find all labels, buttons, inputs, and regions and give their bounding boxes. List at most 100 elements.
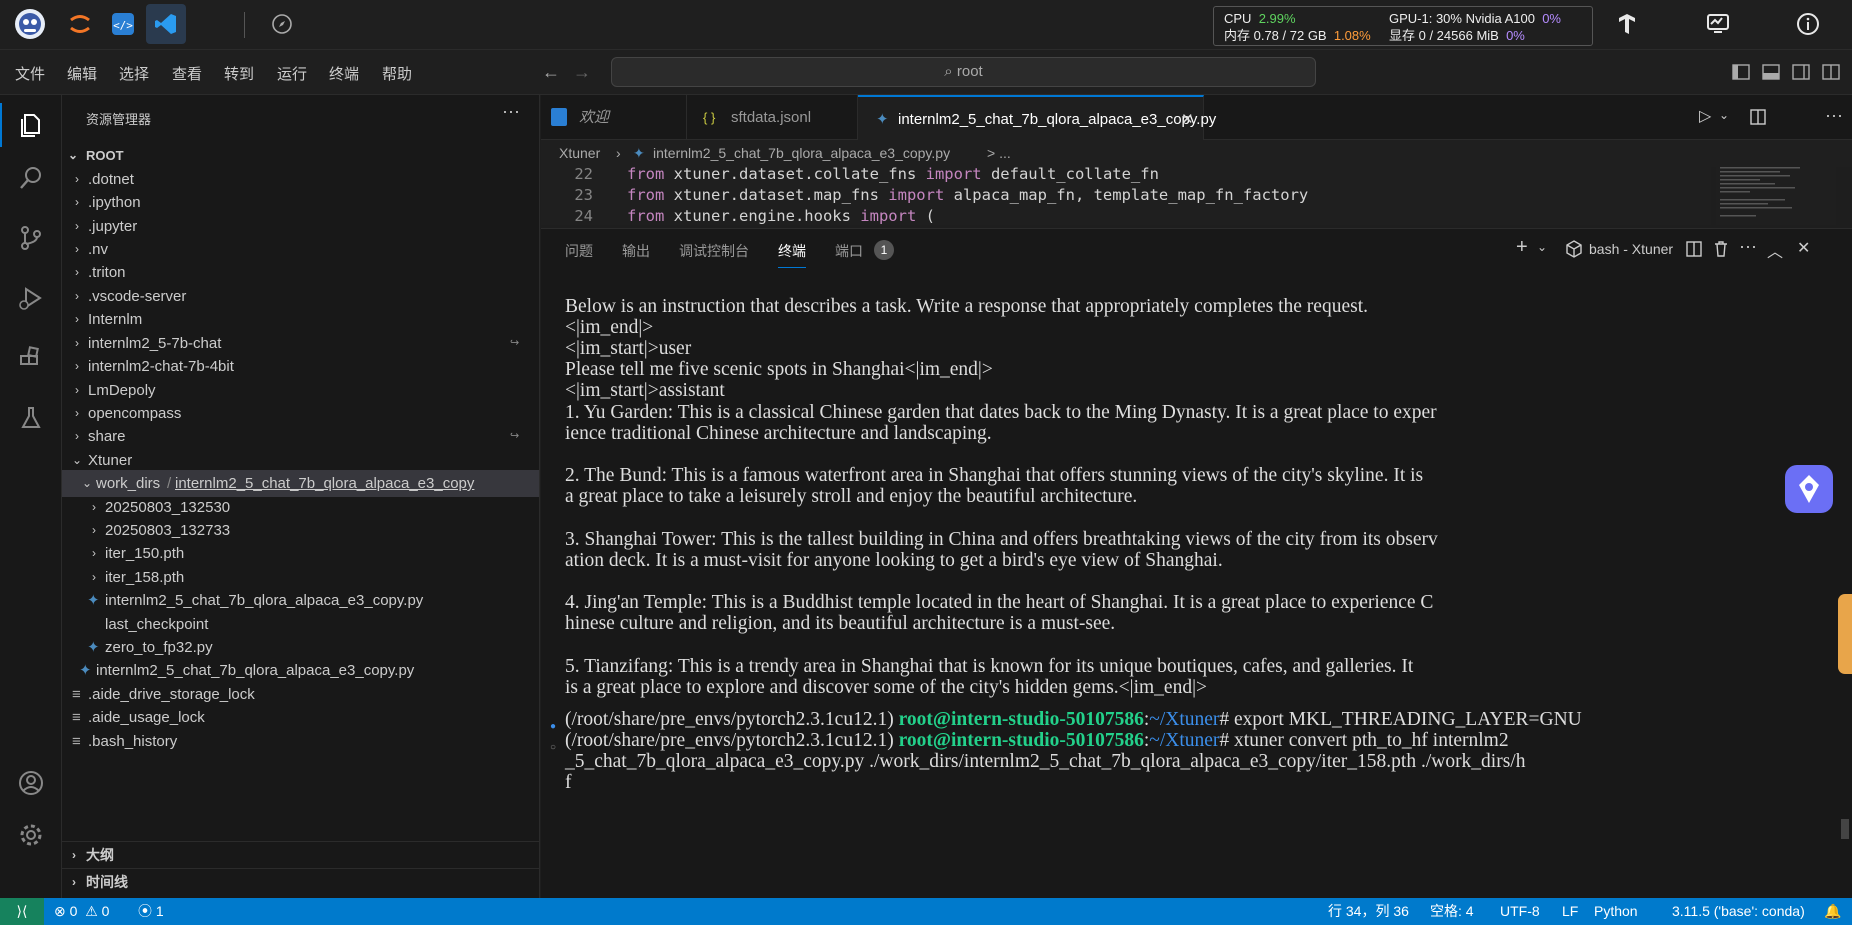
code-editor-icon[interactable]: </> <box>103 4 143 44</box>
tab-welcome[interactable]: 欢迎 <box>541 95 687 140</box>
outline-section[interactable]: › 大纲 <box>62 841 539 868</box>
cursor-position[interactable]: 行 34，列 36 <box>1328 898 1409 925</box>
menu-run[interactable]: 运行 <box>277 63 307 84</box>
activity-bar <box>0 95 62 898</box>
tree-item[interactable]: › .triton <box>62 259 539 286</box>
tab-ports[interactable]: 端口 <box>835 241 863 261</box>
terminal-line: ience traditional Chinese architecture a… <box>565 423 992 444</box>
toggle-panel-icon[interactable] <box>1762 64 1780 80</box>
tree-item[interactable]: › .ipython <box>62 189 539 216</box>
trash-icon[interactable] <box>1713 240 1729 258</box>
menu-go[interactable]: 转到 <box>224 63 254 84</box>
chevron-right-icon: › <box>75 312 79 326</box>
tree-item[interactable]: › share ↪ <box>62 423 539 450</box>
more-actions-icon[interactable]: ··· <box>1825 105 1843 126</box>
tree-root[interactable]: ⌄ ROOT <box>62 142 539 169</box>
split-terminal-icon[interactable] <box>1686 241 1702 257</box>
run-debug-icon[interactable] <box>11 278 51 318</box>
breadcrumb-symbol[interactable]: > ... <box>987 140 1011 167</box>
tree-item-selected[interactable]: ⌄ work_dirs / internlm2_5_chat_7b_qlora_alp… <box>62 470 539 497</box>
more-actions-icon[interactable]: ··· <box>502 101 520 122</box>
menu-selection[interactable]: 选择 <box>119 63 149 84</box>
chevron-right-icon: › <box>75 429 79 443</box>
new-terminal-icon[interactable]: + <box>1516 236 1528 259</box>
tab-active-python-file[interactable]: ✦ internlm2_5_chat_7b_qlora_alpaca_e3_co… <box>858 95 1216 142</box>
end-of-line[interactable]: LF <box>1562 898 1578 925</box>
minimap[interactable] <box>1716 165 1836 225</box>
tab-output[interactable]: 输出 <box>622 241 650 261</box>
tree-item[interactable]: ≡ .aide_usage_lock <box>62 704 539 731</box>
toggle-sidebar-icon[interactable] <box>1732 64 1750 80</box>
tree-item[interactable]: › internlm2-chat-7b-4bit <box>62 353 539 380</box>
menu-edit[interactable]: 编辑 <box>67 63 97 84</box>
split-editor-icon[interactable] <box>1750 109 1766 125</box>
info-icon[interactable] <box>1788 4 1828 44</box>
intern-mascot-icon[interactable] <box>10 4 50 44</box>
terminal-cube-icon <box>1566 240 1582 258</box>
toggle-secondary-sidebar-icon[interactable] <box>1792 64 1810 80</box>
close-icon[interactable]: ✕ <box>1181 97 1194 142</box>
jupyter-icon[interactable] <box>60 4 100 44</box>
more-actions-icon[interactable]: ··· <box>1739 236 1757 257</box>
terminal-name[interactable]: bash - Xtuner <box>1589 241 1673 257</box>
chevron-down-icon[interactable]: ⌄ <box>1719 108 1729 122</box>
tab-problems[interactable]: 问题 <box>565 241 593 261</box>
settings-gear-icon[interactable] <box>11 815 51 855</box>
forward-arrow-icon[interactable]: → <box>573 62 591 83</box>
ports-status[interactable]: ⦿ 1 <box>138 898 164 925</box>
python-file-icon: ✦ <box>79 662 92 679</box>
menu-terminal[interactable]: 终端 <box>329 63 359 84</box>
scrollbar-thumb[interactable] <box>1841 819 1849 839</box>
indentation[interactable]: 空格: 4 <box>1430 898 1474 925</box>
menu-view[interactable]: 查看 <box>172 63 202 84</box>
python-interpreter[interactable]: 3.11.5 ('base': conda) <box>1672 898 1805 925</box>
breadcrumb: Xtuner › ✦ internlm2_5_chat_7b_qlora_alp… <box>541 140 1852 167</box>
language-mode[interactable]: Python <box>1594 898 1638 925</box>
menu-help[interactable]: 帮助 <box>382 63 412 84</box>
terminal-line: f <box>565 772 572 793</box>
assistant-floating-icon[interactable] <box>1785 465 1833 513</box>
tab-sftdata[interactable]: { } sftdata.jsonl <box>687 95 858 140</box>
remote-indicator[interactable]: ⟩⟨ <box>0 898 44 925</box>
tree-item[interactable]: ✦ internlm2_5_chat_7b_qlora_alpaca_e3_cop… <box>62 587 539 614</box>
mascot-sticker[interactable] <box>1838 594 1852 674</box>
resource-monitor: CPU 2.99% 内存 0.78 / 72 GB 1.08% GPU-1: 3… <box>1213 6 1593 46</box>
back-arrow-icon[interactable]: ← <box>542 62 560 83</box>
svg-text:</>: </> <box>113 19 133 32</box>
tree-item[interactable]: › iter_150.pth <box>62 540 539 567</box>
tree-item[interactable]: › Internlm <box>62 306 539 333</box>
timeline-section[interactable]: › 时间线 <box>62 868 539 895</box>
explorer-sidebar: 资源管理器 ··· ⌄ ROOT › .dotnet › .ipython › .ju… <box>62 95 540 898</box>
tree-item[interactable]: ≡ .bash_history <box>62 728 539 755</box>
account-icon[interactable] <box>11 763 51 803</box>
run-file-icon[interactable]: ▷ <box>1699 106 1711 126</box>
notifications-bell-icon[interactable]: 🔔 <box>1824 898 1841 925</box>
breadcrumb-file[interactable]: internlm2_5_chat_7b_qlora_alpaca_e3_copy… <box>653 140 950 167</box>
extensions-icon[interactable] <box>11 338 51 378</box>
code-line: from xtuner.dataset.collate_fns import d… <box>627 165 1159 183</box>
code-editor[interactable]: 22 from xtuner.dataset.collate_fns impor… <box>541 165 1711 225</box>
monitor-icon[interactable] <box>1698 4 1738 44</box>
tab-debug-console[interactable]: 调试控制台 <box>679 241 749 261</box>
source-control-icon[interactable] <box>11 218 51 258</box>
chevron-right-icon: › <box>72 848 76 862</box>
search-icon[interactable] <box>11 158 51 198</box>
chevron-down-icon[interactable]: ⌄ <box>1537 240 1547 254</box>
compass-icon[interactable] <box>262 4 302 44</box>
explorer-icon[interactable] <box>11 105 51 145</box>
tab-terminal[interactable]: 终端 <box>778 241 806 268</box>
tree-item[interactable]: ✦ internlm2_5_chat_7b_qlora_alpaca_e3_cop… <box>62 657 539 684</box>
errors-warnings[interactable]: ⊗ 0 ⚠ 0 <box>54 898 109 925</box>
line-number: 22 <box>574 165 593 183</box>
close-panel-icon[interactable]: ✕ <box>1797 238 1810 258</box>
terminal-line: Below is an instruction that describes a… <box>565 296 1368 317</box>
customize-layout-icon[interactable] <box>1822 64 1840 80</box>
maximize-panel-icon[interactable]: ︿ <box>1767 238 1783 262</box>
encoding[interactable]: UTF-8 <box>1500 898 1540 925</box>
tensorflow-icon[interactable] <box>1607 4 1647 44</box>
command-search-box[interactable]: ⌕ root <box>611 57 1316 87</box>
vscode-icon[interactable] <box>146 4 186 44</box>
testing-flask-icon[interactable] <box>11 398 51 438</box>
menu-file[interactable]: 文件 <box>15 63 45 84</box>
breadcrumb-folder[interactable]: Xtuner <box>559 140 600 167</box>
